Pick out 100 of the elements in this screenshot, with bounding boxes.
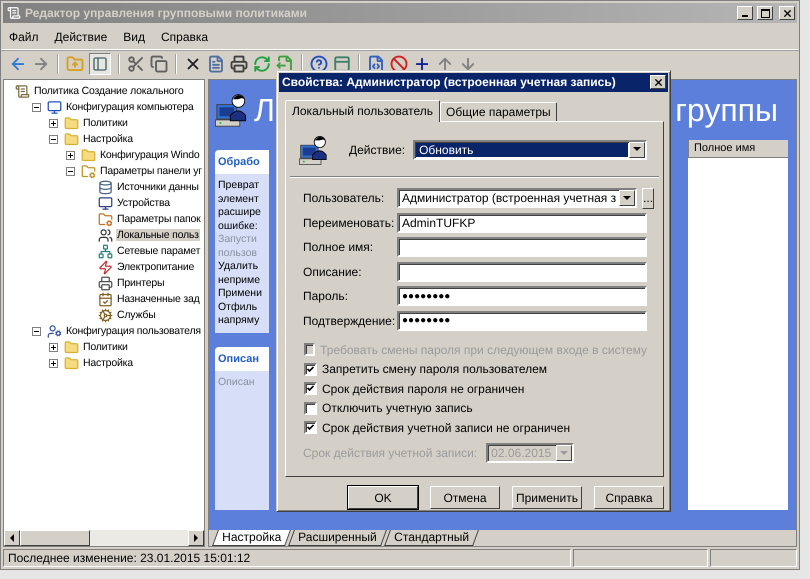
- input-field[interactable]: [397, 262, 647, 282]
- browse-button[interactable]: ...: [642, 188, 654, 209]
- tree-item[interactable]: Назначенные зад: [116, 293, 201, 305]
- input-field[interactable]: AdminTUFKP: [397, 212, 647, 233]
- tree-item[interactable]: Настройка: [82, 133, 134, 145]
- lightning-icon: [98, 260, 113, 274]
- menu-item[interactable]: Вид: [123, 30, 145, 44]
- dialog-title: Свойства: Администратор (встроенная учетная запись): [282, 75, 617, 90]
- tree-item[interactable]: Политики: [82, 341, 129, 353]
- checkbox-label[interactable]: Срок действия учетной записи не ограничен: [322, 420, 570, 435]
- checkbox-label[interactable]: Отключить учетную запись: [322, 401, 473, 416]
- panel-icon: [92, 56, 108, 72]
- card-text: пользов: [218, 246, 258, 260]
- card-text: неприме: [218, 274, 262, 287]
- password-field[interactable]: ●●●●●●●●: [397, 286, 647, 306]
- printer-icon[interactable]: [230, 55, 248, 73]
- field-label: Пользователь:: [303, 191, 386, 206]
- tree-item[interactable]: Устройства: [116, 197, 171, 209]
- panel-heading: Л: [254, 92, 275, 128]
- export-icon[interactable]: [276, 55, 294, 73]
- checkbox-label[interactable]: Запретить смену пароля пользователем: [322, 362, 548, 376]
- caret-icon: [560, 450, 568, 456]
- close-button[interactable]: [779, 6, 795, 20]
- user-dropdown[interactable]: Администратор (встроенная учетная з: [397, 188, 638, 208]
- menu-item[interactable]: Действие: [54, 30, 108, 44]
- caret-icon: [633, 147, 641, 152]
- document-icon[interactable]: [367, 55, 385, 73]
- tree-item[interactable]: Параметры папок: [116, 213, 202, 225]
- password-field[interactable]: ●●●●●●●●: [397, 310, 647, 331]
- checkbox[interactable]: [304, 402, 317, 415]
- tree-toggle-button[interactable]: [89, 53, 111, 75]
- checkbox[interactable]: [304, 382, 317, 396]
- folder-icon: [64, 356, 79, 370]
- copy-icon[interactable]: [150, 55, 168, 73]
- computer-icon: [98, 196, 113, 210]
- down-arrow-icon[interactable]: [459, 55, 477, 73]
- minimize-button[interactable]: [737, 6, 753, 20]
- gears-icon: [98, 308, 113, 322]
- tree-item[interactable]: Конфигурация пользователя: [65, 325, 202, 337]
- folder-settings-icon: [81, 164, 96, 178]
- calendar-icon: [98, 292, 113, 306]
- close-icon: [652, 76, 664, 88]
- folder-icon: [64, 116, 79, 130]
- tree-item[interactable]: Политика Создание локального: [33, 85, 185, 97]
- dialog-button[interactable]: Отмена: [430, 486, 500, 509]
- card-title: Описан: [215, 346, 269, 370]
- scroll-icon: [15, 84, 30, 98]
- computer-icon: [47, 100, 62, 114]
- users-icon: [98, 228, 113, 242]
- dialog-button[interactable]: OK: [348, 486, 418, 509]
- dialog-tab[interactable]: Локальный пользователь: [285, 100, 440, 122]
- close-button[interactable]: [650, 75, 666, 90]
- tree-item[interactable]: Конфигурация Windo: [99, 149, 201, 161]
- view-tab[interactable]: Настройка: [212, 530, 291, 546]
- card-text: элемент: [218, 192, 260, 206]
- window-title: Редактор управления групповыми политиками: [25, 6, 308, 20]
- input-field[interactable]: [397, 237, 647, 258]
- card-text: Преврат: [218, 179, 260, 192]
- card-title: Обрабо: [215, 150, 269, 174]
- field-label: Переименовать:: [303, 216, 396, 230]
- maximize-button[interactable]: [757, 6, 773, 20]
- tree-item[interactable]: Политики: [82, 117, 129, 129]
- checkbox[interactable]: [304, 421, 317, 434]
- action-dropdown[interactable]: Обновить: [413, 140, 647, 160]
- database-icon: [98, 180, 113, 194]
- menu-item[interactable]: Файл: [9, 30, 39, 44]
- stop-icon[interactable]: [390, 55, 408, 73]
- tree-item[interactable]: Электропитание: [116, 261, 196, 273]
- tree-item[interactable]: Принтеры: [116, 277, 166, 289]
- menu-item[interactable]: Справка: [161, 30, 208, 44]
- dialog-button[interactable]: Применить: [512, 486, 582, 509]
- column-header[interactable]: Полное имя: [688, 140, 788, 157]
- tree-item[interactable]: Настройка: [82, 357, 134, 369]
- folder-settings-icon: [98, 212, 113, 226]
- tree-item[interactable]: Службы: [116, 309, 157, 321]
- field-label: Срок действия учетной записи:: [303, 446, 478, 460]
- tree-item[interactable]: Локальные польз: [116, 229, 200, 241]
- view-tab[interactable]: Стандартный: [384, 530, 478, 546]
- field-label: Полное имя:: [303, 240, 374, 254]
- forward-arrow-icon[interactable]: [32, 55, 50, 73]
- close-icon: [782, 8, 792, 18]
- view-tab[interactable]: Расширенный: [288, 530, 387, 546]
- card-text: Запусти: [218, 233, 258, 246]
- cut-icon[interactable]: [127, 55, 145, 73]
- network-icon: [98, 244, 113, 258]
- properties-icon[interactable]: [207, 55, 225, 73]
- help-icon[interactable]: [310, 55, 328, 73]
- checkbox[interactable]: [304, 362, 317, 376]
- tree-item[interactable]: Параметры панели уг: [99, 165, 203, 177]
- tree-item[interactable]: Конфигурация компьютера: [65, 101, 195, 113]
- checkmark-icon: [307, 385, 314, 392]
- horizontal-scrollbar[interactable]: [4, 530, 204, 546]
- checkbox-label[interactable]: Срок действия пароля не ограничен: [322, 382, 524, 396]
- card-text: Примени: [218, 287, 263, 300]
- plus-icon[interactable]: [413, 55, 431, 73]
- dialog-tab[interactable]: Общие параметры: [440, 102, 557, 121]
- folder-icon: [81, 148, 96, 162]
- tree-item[interactable]: Источники данны: [116, 181, 200, 193]
- dialog-button[interactable]: Справка: [594, 486, 664, 509]
- tree-item[interactable]: Сетевые парамет: [116, 245, 202, 257]
